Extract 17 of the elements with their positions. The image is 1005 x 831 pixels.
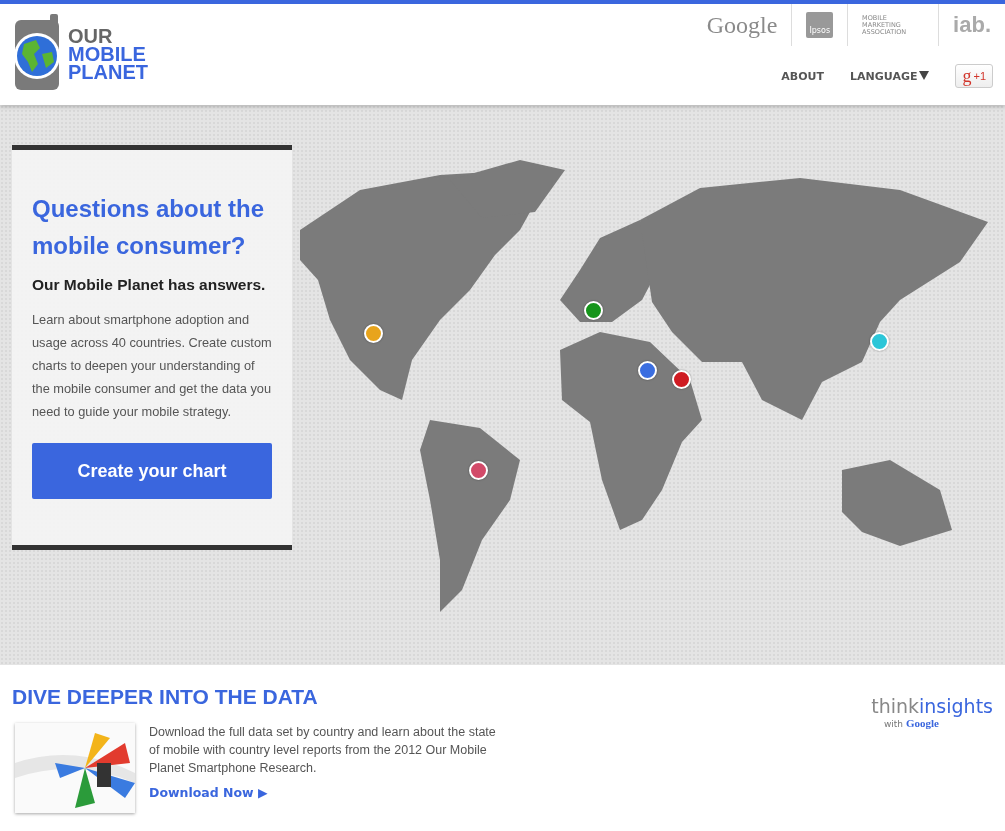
map-pin[interactable] <box>870 332 889 351</box>
section-description: Download the full data set by country and learn about the state of mobile with country level reports from the 2012 Our Mobile Planet Smartphone Research. <box>149 724 497 777</box>
hero-description: Learn about smartphone adoption and usage across 40 countries. Create custom charts to deepen your understanding of the mobile consumer and get the data you need to guide your mobile strategy. <box>32 311 272 421</box>
hero-subtitle: Our Mobile Planet has answers. <box>32 276 267 294</box>
site-logo[interactable]: OUR MOBILE PLANET <box>68 27 148 81</box>
nav-link[interactable]: LANGUAGE <box>850 69 930 83</box>
section-title: DIVE DEEPER INTO THE DATA <box>12 685 319 709</box>
think-insights-logo: thinkinsights with Google <box>871 694 993 731</box>
nav-link[interactable]: ABOUT <box>781 69 825 83</box>
download-link[interactable]: Download Now ▶ <box>149 785 504 800</box>
create-chart-button[interactable]: Create your chart <box>32 443 272 499</box>
partner-logo: iab. <box>953 12 991 38</box>
hero-title: Questions about the mobile consumer? <box>32 194 265 261</box>
plus-one-button[interactable]: g+1 <box>955 64 993 88</box>
partner-logo: Google <box>706 11 778 39</box>
partner-logo: Ipsos <box>806 12 834 38</box>
caret-icon <box>919 70 930 80</box>
